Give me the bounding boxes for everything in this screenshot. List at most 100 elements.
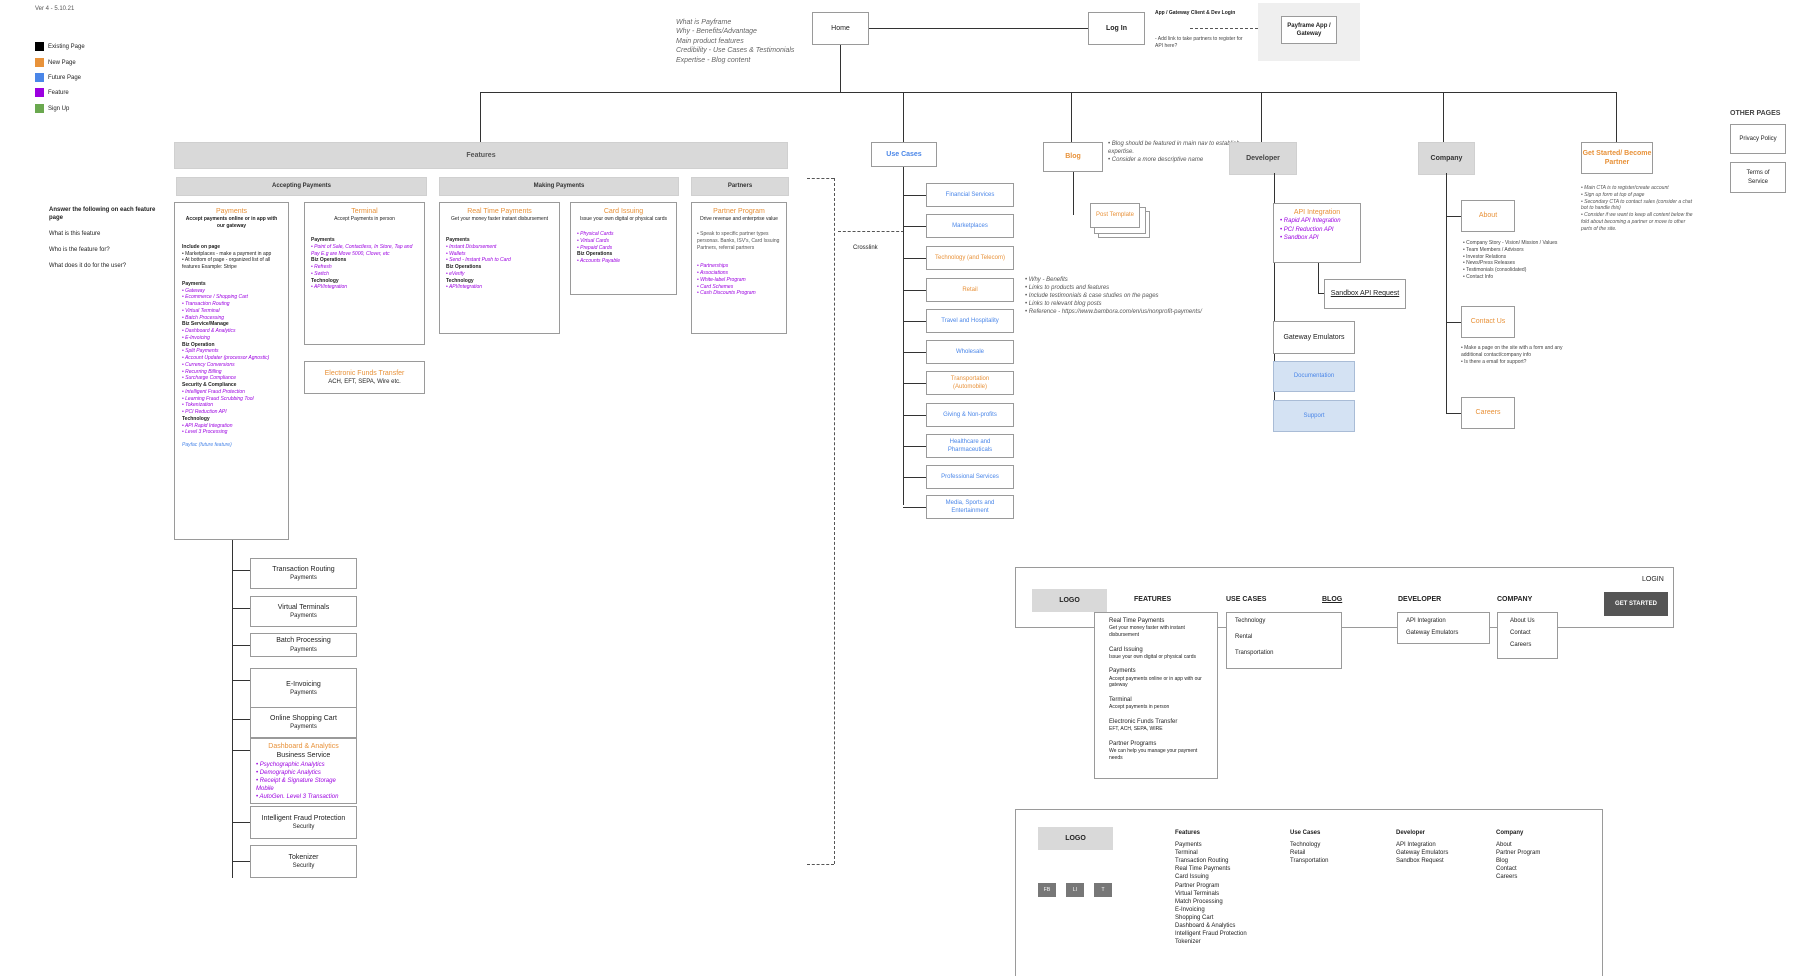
feature-page[interactable]: Virtual Terminals Payments bbox=[250, 596, 357, 627]
home-page[interactable]: Home bbox=[812, 12, 869, 45]
security-page[interactable]: Intelligent Fraud Protection Security bbox=[250, 806, 357, 839]
connector bbox=[903, 321, 926, 322]
footer-link[interactable]: Shopping Cart bbox=[1175, 914, 1265, 922]
privacy-policy-page[interactable]: Privacy Policy bbox=[1730, 124, 1786, 154]
company-dropdown-item[interactable]: About Us bbox=[1510, 617, 1545, 625]
footer-link[interactable]: Intelligent Fraud Protection bbox=[1175, 930, 1265, 938]
linkedin-icon[interactable]: LI bbox=[1066, 883, 1084, 897]
nav-developer[interactable]: DEVELOPER bbox=[1398, 596, 1441, 603]
use-case-page[interactable]: Retail bbox=[926, 278, 1014, 302]
feature-page[interactable]: Online Shopping Cart Payments bbox=[250, 707, 357, 738]
contact-us-page[interactable]: Contact Us bbox=[1461, 306, 1515, 338]
nav-get-started-button[interactable]: GET STARTED bbox=[1604, 592, 1668, 616]
terminal-card[interactable]: Terminal Accept Payments in person Payme… bbox=[304, 202, 425, 345]
twitter-icon[interactable]: T bbox=[1094, 883, 1112, 897]
use-case-page[interactable]: Transportation (Automobile) bbox=[926, 371, 1014, 395]
use-case-page[interactable]: Media, Sports and Entertainment bbox=[926, 495, 1014, 519]
post-template-page[interactable]: Post Template bbox=[1090, 203, 1140, 228]
features-dropdown-item[interactable]: Terminal Accept payments in person bbox=[1109, 696, 1203, 711]
company-dropdown-item[interactable]: Contact bbox=[1510, 629, 1545, 637]
usecase-dropdown-item[interactable]: Transportation bbox=[1235, 649, 1333, 657]
legend-swatch bbox=[35, 104, 44, 113]
footer-link[interactable]: Partner Program bbox=[1175, 882, 1265, 890]
api-item: • Rapid API Integration bbox=[1280, 218, 1341, 225]
real-time-payments-card[interactable]: Real Time Payments Get your money faster… bbox=[439, 202, 560, 334]
use-case-page[interactable]: Marketplaces bbox=[926, 214, 1014, 238]
developer-dropdown-item[interactable]: Gateway Emulators bbox=[1406, 629, 1481, 637]
usecase-dropdown-item[interactable]: Technology bbox=[1235, 617, 1333, 625]
company-dropdown-item[interactable]: Careers bbox=[1510, 641, 1545, 649]
footer-link[interactable]: Retail bbox=[1290, 849, 1380, 857]
footer-link[interactable]: Contact bbox=[1496, 865, 1586, 873]
footer-link[interactable]: Real Time Payments bbox=[1175, 865, 1265, 873]
use-case-page[interactable]: Giving & Non-profits bbox=[926, 403, 1014, 427]
footer-link[interactable]: Match Processing bbox=[1175, 898, 1265, 906]
feature-page-title: E-Invoicing bbox=[286, 680, 321, 688]
feature-page[interactable]: Batch Processing Payments bbox=[250, 633, 357, 657]
use-cases-page[interactable]: Use Cases bbox=[871, 142, 937, 167]
use-case-page[interactable]: Technology (and Telecom) bbox=[926, 246, 1014, 270]
features-dropdown-item[interactable]: Payments Accept payments online or in app… bbox=[1109, 667, 1203, 689]
nav-logo[interactable]: LOGO bbox=[1032, 589, 1107, 612]
footer-link[interactable]: E-Invoicing bbox=[1175, 906, 1265, 914]
eft-card[interactable]: Electronic Funds Transfer ACH, EFT, SEPA… bbox=[304, 361, 425, 394]
use-case-page[interactable]: Financial Services bbox=[926, 183, 1014, 207]
footer-link[interactable]: Dashboard & Analytics bbox=[1175, 922, 1265, 930]
feature-item: • Dashboard & Analytics bbox=[182, 328, 236, 335]
footer-link[interactable]: Transaction Routing bbox=[1175, 857, 1265, 865]
footer-link[interactable]: Payments bbox=[1175, 841, 1265, 849]
features-dropdown-item[interactable]: Card Issuing Issue your own digital or ph… bbox=[1109, 646, 1203, 661]
blog-page[interactable]: Blog bbox=[1043, 142, 1103, 172]
use-case-page[interactable]: Professional Services bbox=[926, 465, 1014, 489]
features-dropdown-item[interactable]: Partner Programs We can help you manage y… bbox=[1109, 740, 1203, 762]
support-page[interactable]: Support bbox=[1273, 400, 1355, 432]
documentation-page[interactable]: Documentation bbox=[1273, 361, 1355, 392]
features-header[interactable]: Features bbox=[174, 142, 788, 169]
api-integration-card[interactable]: API Integration • Rapid API Integration … bbox=[1273, 203, 1361, 263]
footer-link[interactable]: Gateway Emulators bbox=[1396, 849, 1486, 857]
security-page[interactable]: Tokenizer Security bbox=[250, 845, 357, 878]
card-issuing-card[interactable]: Card Issuing Issue your own digital or p… bbox=[570, 202, 677, 295]
nav-blog[interactable]: BLOG bbox=[1322, 596, 1342, 603]
footer-link[interactable]: Blog bbox=[1496, 857, 1586, 865]
features-dropdown-item[interactable]: Electronic Funds Transfer EFT, ACH, SEPA,… bbox=[1109, 718, 1203, 733]
feature-page[interactable]: E-Invoicing Payments bbox=[250, 668, 357, 709]
footer-link[interactable]: About bbox=[1496, 841, 1586, 849]
footer-link[interactable]: Careers bbox=[1496, 873, 1586, 881]
footer-link[interactable]: Sandbox Request bbox=[1396, 857, 1486, 865]
login-page[interactable]: Log In bbox=[1088, 12, 1145, 45]
dashboard-analytics-page[interactable]: Dashboard & Analytics Business Service • P… bbox=[250, 738, 357, 804]
nav-features[interactable]: FEATURES bbox=[1134, 596, 1171, 603]
developer-dropdown-item[interactable]: API Integration bbox=[1406, 617, 1481, 625]
footer-link[interactable]: Card Issuing bbox=[1175, 873, 1265, 881]
usecase-dropdown-item[interactable]: Rental bbox=[1235, 633, 1333, 641]
payments-card[interactable]: Payments Accept payments online or in ap… bbox=[174, 202, 289, 540]
footer-link[interactable]: Tokenizer bbox=[1175, 938, 1265, 946]
footer-link[interactable]: Transportation bbox=[1290, 857, 1380, 865]
nav-use-cases[interactable]: USE CASES bbox=[1226, 596, 1266, 603]
developer-page[interactable]: Developer bbox=[1229, 142, 1297, 175]
feature-page[interactable]: Transaction Routing Payments bbox=[250, 558, 357, 589]
use-case-page[interactable]: Wholesale bbox=[926, 340, 1014, 364]
careers-page[interactable]: Careers bbox=[1461, 397, 1515, 429]
partner-program-card[interactable]: Partner Program Drive revenue and enterp… bbox=[691, 202, 787, 334]
footer-link[interactable]: Partner Program bbox=[1496, 849, 1586, 857]
payframe-app-page[interactable]: Payframe App / Gateway bbox=[1281, 16, 1337, 44]
footer-link[interactable]: API Integration bbox=[1396, 841, 1486, 849]
nav-company[interactable]: COMPANY bbox=[1497, 596, 1532, 603]
gateway-emulators-page[interactable]: Gateway Emulators bbox=[1273, 321, 1355, 354]
about-page[interactable]: About bbox=[1461, 200, 1515, 232]
use-case-page[interactable]: Travel and Hospitality bbox=[926, 309, 1014, 333]
footer-link[interactable]: Virtual Terminals bbox=[1175, 890, 1265, 898]
get-started-page[interactable]: Get Started/ Become Partner bbox=[1581, 142, 1653, 174]
sandbox-request-page[interactable]: Sandbox API Request bbox=[1324, 279, 1406, 309]
use-case-page[interactable]: Healthcare and Pharmaceuticals bbox=[926, 434, 1014, 458]
company-page[interactable]: Company bbox=[1418, 142, 1475, 175]
footer-link[interactable]: Technology bbox=[1290, 841, 1380, 849]
nav-login[interactable]: LOGIN bbox=[1642, 576, 1664, 583]
footer-link[interactable]: Terminal bbox=[1175, 849, 1265, 857]
facebook-icon[interactable]: FB bbox=[1038, 883, 1056, 897]
terms-of-service-page[interactable]: Terms of Service bbox=[1730, 162, 1786, 193]
feature-item: • Transaction Routing bbox=[182, 301, 230, 308]
features-dropdown-item[interactable]: Real Time Payments Get your money faster … bbox=[1109, 617, 1203, 639]
